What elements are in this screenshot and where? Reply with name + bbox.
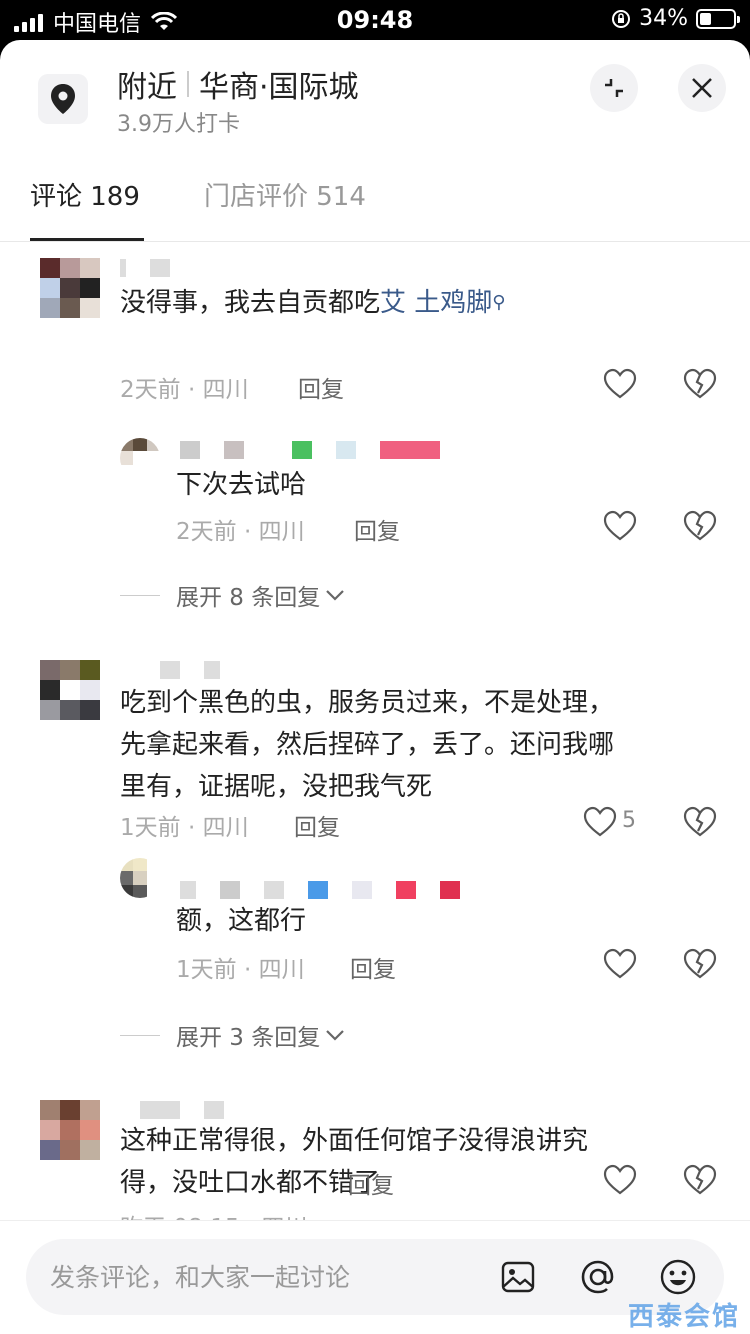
comment-input[interactable] bbox=[50, 1257, 470, 1297]
status-bar: 中国电信 09:48 34% bbox=[0, 0, 750, 40]
battery-icon bbox=[696, 8, 740, 29]
reply-meta: 1天前 · 四川 bbox=[176, 957, 305, 983]
reply-text: 额，这都行 bbox=[176, 906, 307, 936]
location-header: 附近 华商·国际城 3.9万人打卡 bbox=[0, 40, 750, 140]
location-title[interactable]: 附近 华商·国际城 bbox=[117, 62, 359, 106]
username-blurred[interactable] bbox=[160, 660, 220, 680]
broken-heart-icon[interactable] bbox=[682, 804, 718, 840]
at-mention-icon[interactable] bbox=[578, 1257, 618, 1297]
title-divider bbox=[187, 71, 189, 97]
heart-icon[interactable] bbox=[602, 946, 638, 982]
chevron-down-icon bbox=[326, 590, 345, 601]
heart-icon[interactable] bbox=[582, 804, 618, 840]
comment-meta: 2天前 · 四川 bbox=[120, 377, 249, 403]
reply-button[interactable]: 回复 bbox=[348, 1166, 394, 1200]
like-count: 5 bbox=[622, 808, 636, 833]
heart-icon[interactable] bbox=[602, 508, 638, 544]
expand-replies-button[interactable]: 展开 8 条回复 bbox=[120, 578, 346, 612]
tab-indicator bbox=[30, 238, 144, 241]
username-blurred[interactable] bbox=[140, 1100, 224, 1120]
collapse-icon bbox=[605, 79, 623, 97]
checkin-count: 3.9万人打卡 bbox=[117, 112, 240, 137]
mention-link[interactable]: 艾 土鸡脚 bbox=[380, 288, 492, 318]
collapse-button[interactable] bbox=[590, 64, 638, 112]
reply-button[interactable]: 回复 bbox=[294, 808, 340, 842]
broken-heart-icon[interactable] bbox=[682, 366, 718, 402]
reply-button[interactable]: 回复 bbox=[354, 512, 400, 546]
emoji-icon[interactable] bbox=[658, 1257, 698, 1297]
location-pin-icon[interactable] bbox=[38, 74, 88, 124]
expand-divider bbox=[120, 1034, 160, 1036]
expand-replies-button[interactable]: 展开 3 条回复 bbox=[120, 1018, 346, 1052]
heart-icon[interactable] bbox=[602, 366, 638, 402]
expand-label: 展开 8 条回复 bbox=[176, 585, 321, 611]
reply-username-blurred[interactable] bbox=[180, 880, 460, 900]
broken-heart-icon[interactable] bbox=[682, 1162, 718, 1198]
tab-comments[interactable]: 评论 189 bbox=[30, 176, 140, 213]
comments-sheet: 附近 华商·国际城 3.9万人打卡 评论 189 门店评价 514 没得事，我去… bbox=[0, 40, 750, 1334]
tab-store-reviews[interactable]: 门店评价 514 bbox=[204, 176, 366, 213]
broken-heart-icon[interactable] bbox=[682, 946, 718, 982]
reply-meta: 2天前 · 四川 bbox=[176, 519, 305, 545]
comment-input-container[interactable] bbox=[26, 1239, 724, 1315]
chevron-down-icon bbox=[326, 1030, 345, 1041]
orientation-lock-icon bbox=[612, 9, 631, 28]
nearby-label: 附近 bbox=[117, 70, 177, 105]
comment-list: 没得事，我去自贡都吃艾 土鸡脚⚲ 2天前 · 四川 回复 下次去试哈 2天前 ·… bbox=[0, 242, 750, 1220]
battery-percent: 34% bbox=[639, 6, 688, 31]
avatar[interactable] bbox=[40, 258, 100, 318]
comment-meta: 昨天 08:15 · 四川 bbox=[120, 1208, 308, 1220]
expand-label: 展开 3 条回复 bbox=[176, 1025, 321, 1051]
reply-avatar[interactable] bbox=[120, 858, 160, 898]
watermark: 西泰会馆 bbox=[627, 1302, 740, 1332]
close-icon bbox=[692, 78, 712, 98]
reply-button[interactable]: 回复 bbox=[298, 370, 344, 404]
comment-text: 吃到个黑色的虫，服务员过来，不是处理， 先拿起来看，然后捏碎了，丢了。还问我哪 … bbox=[120, 688, 615, 802]
reply-avatar[interactable] bbox=[120, 438, 160, 478]
username-blurred[interactable] bbox=[120, 258, 170, 278]
search-icon[interactable]: ⚲ bbox=[492, 292, 505, 313]
broken-heart-icon[interactable] bbox=[682, 508, 718, 544]
reply-text: 下次去试哈 bbox=[176, 470, 307, 500]
close-button[interactable] bbox=[678, 64, 726, 112]
comment-text: 没得事，我去自贡都吃艾 土鸡脚⚲ bbox=[120, 288, 506, 318]
tab-bar: 评论 189 门店评价 514 bbox=[0, 166, 750, 242]
image-icon[interactable] bbox=[498, 1257, 538, 1297]
avatar[interactable] bbox=[40, 660, 100, 720]
heart-icon[interactable] bbox=[602, 1162, 638, 1198]
comment-meta: 1天前 · 四川 bbox=[120, 815, 249, 841]
reply-username-blurred[interactable] bbox=[180, 440, 440, 460]
reply-button[interactable]: 回复 bbox=[350, 950, 396, 984]
avatar[interactable] bbox=[40, 1100, 100, 1160]
location-name: 华商·国际城 bbox=[199, 70, 359, 105]
expand-divider bbox=[120, 594, 160, 596]
